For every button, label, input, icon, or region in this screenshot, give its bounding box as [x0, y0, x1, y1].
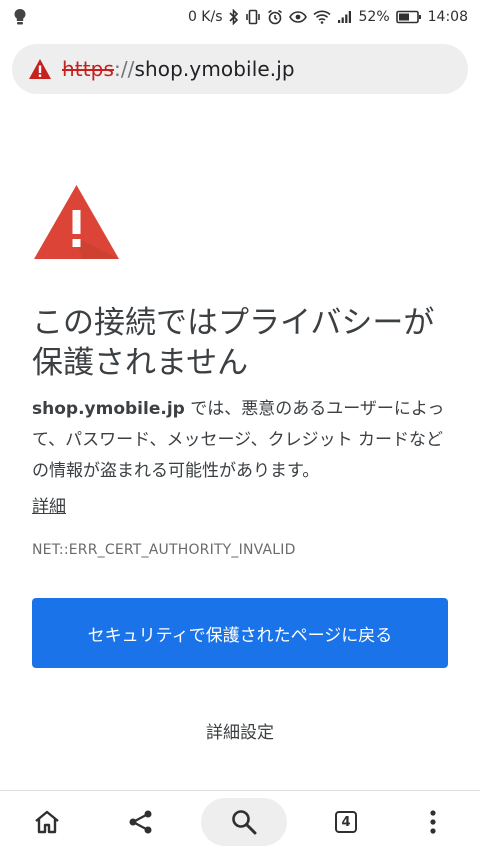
- search-pill[interactable]: [201, 798, 287, 846]
- more-menu-button[interactable]: [402, 791, 464, 853]
- warning-triangle-icon: [34, 185, 119, 259]
- page-title: この接続ではプライバシーが保護されません: [32, 305, 435, 381]
- not-secure-warning-icon[interactable]: [28, 58, 52, 80]
- search-button[interactable]: [200, 791, 288, 853]
- wifi-icon: [312, 10, 331, 24]
- warning-message: shop.ymobile.jp では、悪意のあるユーザーによって、パスワード、メ…: [32, 394, 452, 487]
- bottom-toolbar: 4: [0, 790, 480, 853]
- share-button[interactable]: [110, 791, 172, 853]
- tab-count: 4: [341, 814, 351, 830]
- signal-icon: [337, 11, 351, 23]
- alarm-icon: [267, 9, 282, 25]
- back-to-safety-button[interactable]: セキュリティで保護されたページに戻る: [32, 598, 448, 668]
- home-button[interactable]: [16, 791, 78, 853]
- battery-icon: [395, 10, 421, 24]
- url-host: shop.ymobile.jp: [134, 57, 295, 81]
- url-scheme: https: [62, 57, 114, 81]
- net-speed: 0 K/s: [187, 9, 223, 25]
- tab-switcher-icon: 4: [335, 811, 357, 833]
- advanced-button[interactable]: 詳細設定: [0, 718, 480, 743]
- message-host: shop.ymobile.jp: [32, 399, 185, 419]
- status-left: [14, 9, 26, 25]
- bluetooth-icon: [228, 9, 238, 25]
- clock: 14:08: [427, 9, 468, 25]
- home-icon: [35, 810, 59, 834]
- vibrate-icon: [245, 9, 260, 25]
- status-bar: 0 K/s 52% 14:08: [0, 0, 480, 34]
- more-vert-icon: [430, 810, 436, 834]
- url-bar[interactable]: https://shop.ymobile.jp: [12, 44, 468, 94]
- search-icon: [232, 810, 257, 835]
- tab-switcher-button[interactable]: 4: [315, 791, 377, 853]
- eye-comfort-icon: [288, 11, 307, 23]
- lightbulb-notification-icon: [14, 9, 26, 25]
- url-separator: ://: [113, 57, 135, 81]
- status-right: 0 K/s 52% 14:08: [188, 9, 468, 25]
- battery-percent: 52%: [358, 9, 390, 25]
- details-link[interactable]: 詳細: [32, 492, 66, 517]
- share-icon: [129, 810, 152, 834]
- error-code: NET::ERR_CERT_AUTHORITY_INVALID: [32, 542, 296, 558]
